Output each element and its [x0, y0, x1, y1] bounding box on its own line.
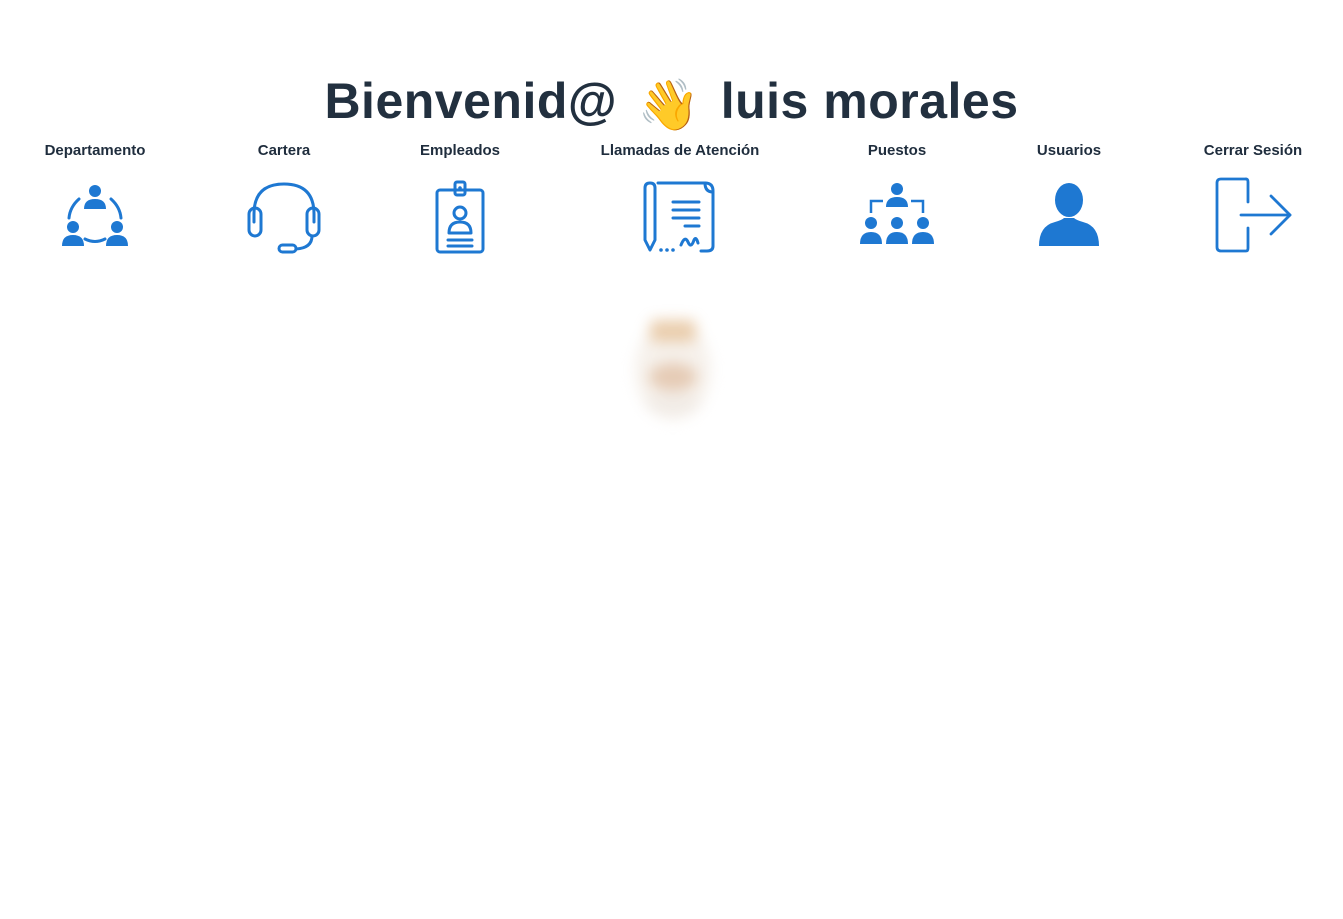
- id-badge-icon: [435, 180, 485, 254]
- nav-usuarios-label: Usuarios: [1036, 142, 1102, 159]
- nav-usuarios[interactable]: Usuarios: [1024, 140, 1114, 246]
- nav-llamadas-label: Llamadas de Atención: [600, 142, 760, 159]
- blurred-logo-image: [635, 320, 711, 420]
- nav-departamento-label: Departamento: [44, 142, 146, 159]
- team-cycle-icon: [62, 185, 128, 246]
- greeting-text: Bienvenid@: [324, 72, 618, 129]
- nav-departamento[interactable]: Departamento: [30, 140, 160, 252]
- nav-cerrar-sesion[interactable]: Cerrar Sesión: [1193, 140, 1313, 254]
- headset-icon: [247, 182, 321, 254]
- user-icon: [1039, 183, 1099, 246]
- user-name: luis morales: [720, 72, 1019, 129]
- nav-cartera-label: Cartera: [257, 142, 311, 159]
- nav-cerrar-sesion-label: Cerrar Sesión: [1203, 142, 1303, 159]
- nav-empleados-label: Empleados: [419, 142, 501, 159]
- nav-empleados[interactable]: Empleados: [410, 140, 510, 256]
- nav-puestos[interactable]: Puestos: [852, 140, 942, 250]
- org-chart-icon: [860, 183, 934, 244]
- nav-cartera[interactable]: Cartera: [234, 140, 334, 254]
- logout-icon: [1215, 177, 1292, 253]
- nav-puestos-label: Puestos: [867, 142, 927, 159]
- nav-llamadas-atencion[interactable]: Llamadas de Atención: [590, 140, 770, 254]
- contract-icon: [643, 181, 715, 253]
- wave-emoji: 👋: [637, 76, 701, 133]
- welcome-title: Bienvenid@ 👋 luis morales: [0, 72, 1343, 135]
